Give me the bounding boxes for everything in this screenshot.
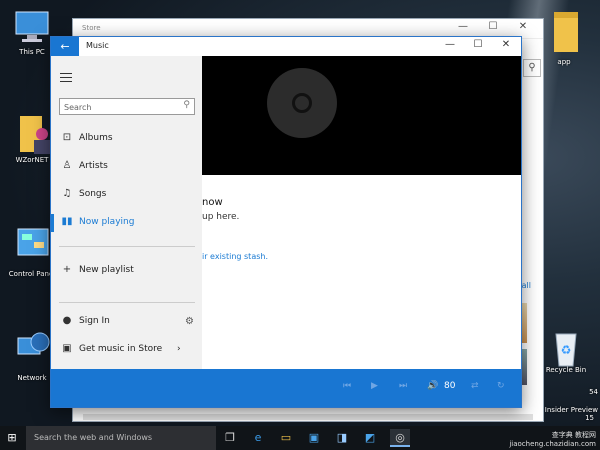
- volume-level: 80: [444, 381, 456, 391]
- minimize-icon[interactable]: —: [453, 21, 473, 32]
- nav-item-albums[interactable]: ⊡ Albums: [51, 128, 202, 150]
- horizontal-scrollbar[interactable]: [83, 414, 533, 420]
- content-link[interactable]: ir existing stash.: [202, 252, 268, 261]
- sign-in-label: Sign In: [79, 316, 110, 326]
- search-icon[interactable]: ⚲: [183, 100, 190, 110]
- svg-text:♻: ♻: [561, 343, 572, 357]
- nav-item-label: Albums: [79, 133, 113, 143]
- nav-item-songs[interactable]: ♫ Songs: [51, 184, 202, 206]
- repeat-icon[interactable]: ↻: [497, 381, 505, 391]
- build-text-fragment: 54: [589, 388, 598, 396]
- sign-in-button[interactable]: ● Sign In: [51, 311, 202, 333]
- maximize-icon[interactable]: ☐: [467, 39, 489, 50]
- disc-icon: [267, 68, 337, 138]
- play-icon[interactable]: ▶: [371, 381, 378, 391]
- sidebar: ⚲ ⊡ Albums ♙ Artists ♫ Songs ▮▮ Now play…: [51, 56, 202, 369]
- player-bar: ⏮ ▶ ⏭ 🔊 80 ⇄ ↻: [51, 369, 521, 407]
- music-window[interactable]: ← Music — ☐ ✕ ⚲ ⊡ Albums ♙ Artists ♫ Son…: [50, 36, 522, 408]
- shuffle-icon[interactable]: ⇄: [471, 381, 479, 391]
- watermark: 查字典 教程网 jiaocheng.chazidian.com: [509, 430, 596, 448]
- app-icon[interactable]: ◨: [332, 429, 352, 447]
- network-icon: [12, 330, 52, 364]
- artist-icon: ♙: [62, 160, 72, 171]
- search-box[interactable]: ⚲: [59, 98, 195, 115]
- search-input[interactable]: [60, 100, 170, 115]
- recycle-bin-icon: ♻: [546, 328, 586, 367]
- previous-track-icon[interactable]: ⏮: [343, 381, 351, 391]
- now-playing-art: [202, 56, 521, 175]
- app-title: Music: [86, 41, 109, 50]
- get-music-in-store-button[interactable]: ▣ Get music in Store ›: [51, 339, 202, 361]
- nav-item-label: Artists: [79, 161, 108, 171]
- watermark-line: jiaocheng.chazidian.com: [509, 440, 596, 448]
- next-track-icon[interactable]: ⏭: [399, 381, 407, 391]
- computer-icon: [12, 10, 52, 44]
- content-subtext: up here.: [202, 212, 240, 222]
- song-icon: ♫: [62, 188, 72, 199]
- content-heading: now: [202, 197, 223, 208]
- store-bag-icon: ▣: [62, 343, 72, 354]
- desktop-icon-recycle-bin[interactable]: ♻ Recycle Bin: [536, 328, 596, 374]
- user-folder-icon: [12, 112, 52, 154]
- divider: [59, 302, 195, 303]
- music-titlebar[interactable]: ← Music — ☐ ✕: [51, 37, 521, 56]
- insider-preview-text: e Insider Preview: [538, 406, 598, 414]
- maximize-icon[interactable]: ☐: [483, 21, 503, 32]
- album-icon: ⊡: [62, 132, 72, 143]
- volume-icon[interactable]: 🔊: [427, 381, 438, 391]
- settings-gear-icon[interactable]: ⚙: [185, 316, 194, 327]
- build-text-fragment: 15: [585, 414, 594, 422]
- folder-icon: [544, 10, 584, 54]
- start-windows-icon[interactable]: ⊞: [0, 426, 24, 450]
- task-view-icon[interactable]: ❐: [220, 429, 240, 447]
- close-icon[interactable]: ✕: [495, 39, 517, 50]
- music-app-icon[interactable]: ◎: [390, 429, 410, 447]
- new-playlist-button[interactable]: + New playlist: [51, 260, 202, 282]
- get-music-label: Get music in Store: [79, 344, 163, 354]
- account-icon: ●: [62, 315, 72, 326]
- desktop-icon-label: Recycle Bin: [545, 366, 587, 374]
- divider: [59, 246, 195, 247]
- hamburger-menu-icon[interactable]: [60, 73, 72, 85]
- nav-item-label: Songs: [79, 189, 107, 199]
- control-panel-icon: [12, 226, 52, 260]
- back-button[interactable]: ←: [51, 37, 79, 56]
- nav-item-label: Now playing: [79, 217, 135, 227]
- file-explorer-icon[interactable]: ▭: [276, 429, 296, 447]
- watermark-line: 查字典 教程网: [551, 431, 596, 439]
- show-all-link[interactable]: all: [522, 281, 531, 290]
- plus-icon: +: [62, 264, 72, 275]
- taskbar-search-box[interactable]: Search the web and Windows: [26, 426, 216, 450]
- now-playing-icon: ▮▮: [61, 216, 73, 227]
- search-icon[interactable]: ⚲: [523, 59, 541, 77]
- store-app-icon[interactable]: ▣: [304, 429, 324, 447]
- edge-browser-icon[interactable]: e: [248, 429, 268, 447]
- nav-item-artists[interactable]: ♙ Artists: [51, 156, 202, 178]
- close-icon[interactable]: ✕: [513, 21, 533, 32]
- chevron-right-icon: ›: [177, 344, 181, 354]
- minimize-icon[interactable]: —: [439, 39, 461, 50]
- new-playlist-label: New playlist: [79, 265, 134, 275]
- nav-item-now-playing[interactable]: ▮▮ Now playing: [51, 212, 202, 234]
- app-icon[interactable]: ◩: [360, 429, 380, 447]
